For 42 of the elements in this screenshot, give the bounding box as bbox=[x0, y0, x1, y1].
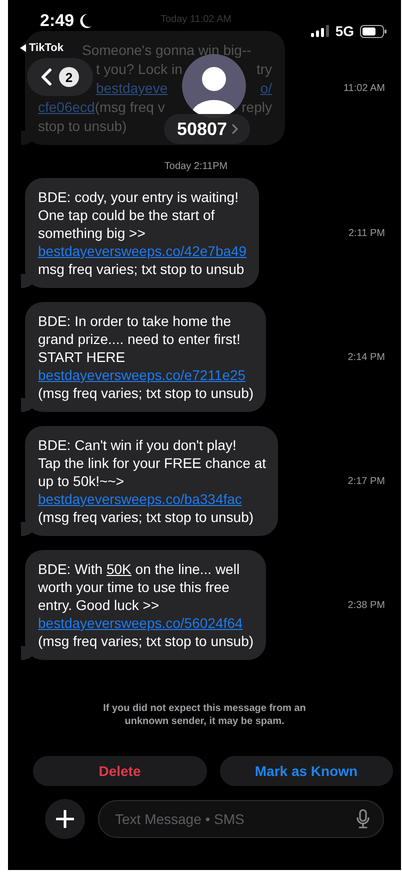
moon-icon bbox=[78, 13, 92, 29]
plus-icon bbox=[56, 810, 74, 828]
timestamp: Today 2:11PM bbox=[164, 161, 229, 172]
network-label: 5G bbox=[335, 23, 354, 39]
timestamp: Today 11:02 AM bbox=[160, 14, 232, 25]
message-time: 2:38 PM bbox=[348, 600, 385, 610]
message-text: BDE: In order to take home the grand prize.... need to enter first! START HERE bestdayeversweeps.co/e7211e25 (msg freq varies; txt stop to unsub) bbox=[38, 312, 254, 402]
spam-notice: If you did not expect this message from an unknown sender, it may be spam. bbox=[102, 702, 307, 728]
message-text: t you? Lock in bbox=[96, 60, 182, 79]
back-to-app-link[interactable]: TikTok bbox=[29, 42, 64, 54]
message-link[interactable]: bestdayeve bbox=[96, 79, 168, 98]
battery-icon bbox=[360, 24, 387, 38]
message-link[interactable]: bestdayeversweeps.co/56024f64 bbox=[38, 615, 243, 631]
message-time: 2:11 PM bbox=[348, 228, 385, 238]
message-link[interactable]: bestdayeversweeps.co/ba334fac bbox=[38, 491, 242, 507]
chevron-left-icon bbox=[40, 68, 52, 86]
delete-button[interactable]: Delete bbox=[33, 756, 206, 786]
message-link[interactable]: cfe06ecd bbox=[38, 98, 95, 117]
chevron-right-icon bbox=[232, 124, 238, 134]
message-field[interactable]: Text Message • SMS bbox=[98, 800, 384, 838]
message-time: 11:02 AM bbox=[343, 82, 385, 94]
back-triangle-icon bbox=[20, 44, 26, 52]
unread-count-badge: 2 bbox=[59, 67, 79, 87]
message-link[interactable]: bestdayeversweeps.co/e7211e25 bbox=[38, 367, 246, 383]
message-text: Someone's gonna win big-- bbox=[82, 41, 252, 60]
microphone-icon bbox=[356, 809, 370, 829]
message-time: 2:14 PM bbox=[348, 352, 385, 362]
signal-icon bbox=[311, 25, 330, 37]
message-text: (msg freq v bbox=[94, 98, 165, 117]
message-text: BDE: cody, your entry is waiting! One tap could be the start of something big >> bestdayeversweeps.co/42e7ba49 msg freq varies; txt stop to unsub bbox=[38, 188, 247, 278]
status-time: 2:49 bbox=[40, 11, 74, 31]
mark-known-button[interactable]: Mark as Known bbox=[220, 756, 393, 786]
contact-name-button[interactable]: 50807 bbox=[164, 114, 250, 144]
message-link[interactable]: o/ bbox=[260, 79, 272, 98]
message-text: BDE: Can't win if you don't play! Tap the link for your FREE chance at up to 50k!~~> bestdayeversweeps.co/ba334fac (msg freq varies; txt stop to unsub) bbox=[38, 436, 266, 526]
message-text: stop to unsub) bbox=[38, 117, 127, 136]
message-text: BDE: With 50K on the line... well worth your time to use this free entry. Good luck >> bestdayeversweeps.co/56024f64 (msg freq varies; txt stop to unsub) bbox=[38, 560, 254, 650]
message-time: 2:17 PM bbox=[348, 476, 385, 486]
add-button[interactable] bbox=[45, 799, 85, 839]
message-text: reply bbox=[242, 98, 272, 117]
message-text: try bbox=[256, 60, 272, 79]
message-link[interactable]: bestdayeversweeps.co/42e7ba49 bbox=[38, 243, 247, 259]
